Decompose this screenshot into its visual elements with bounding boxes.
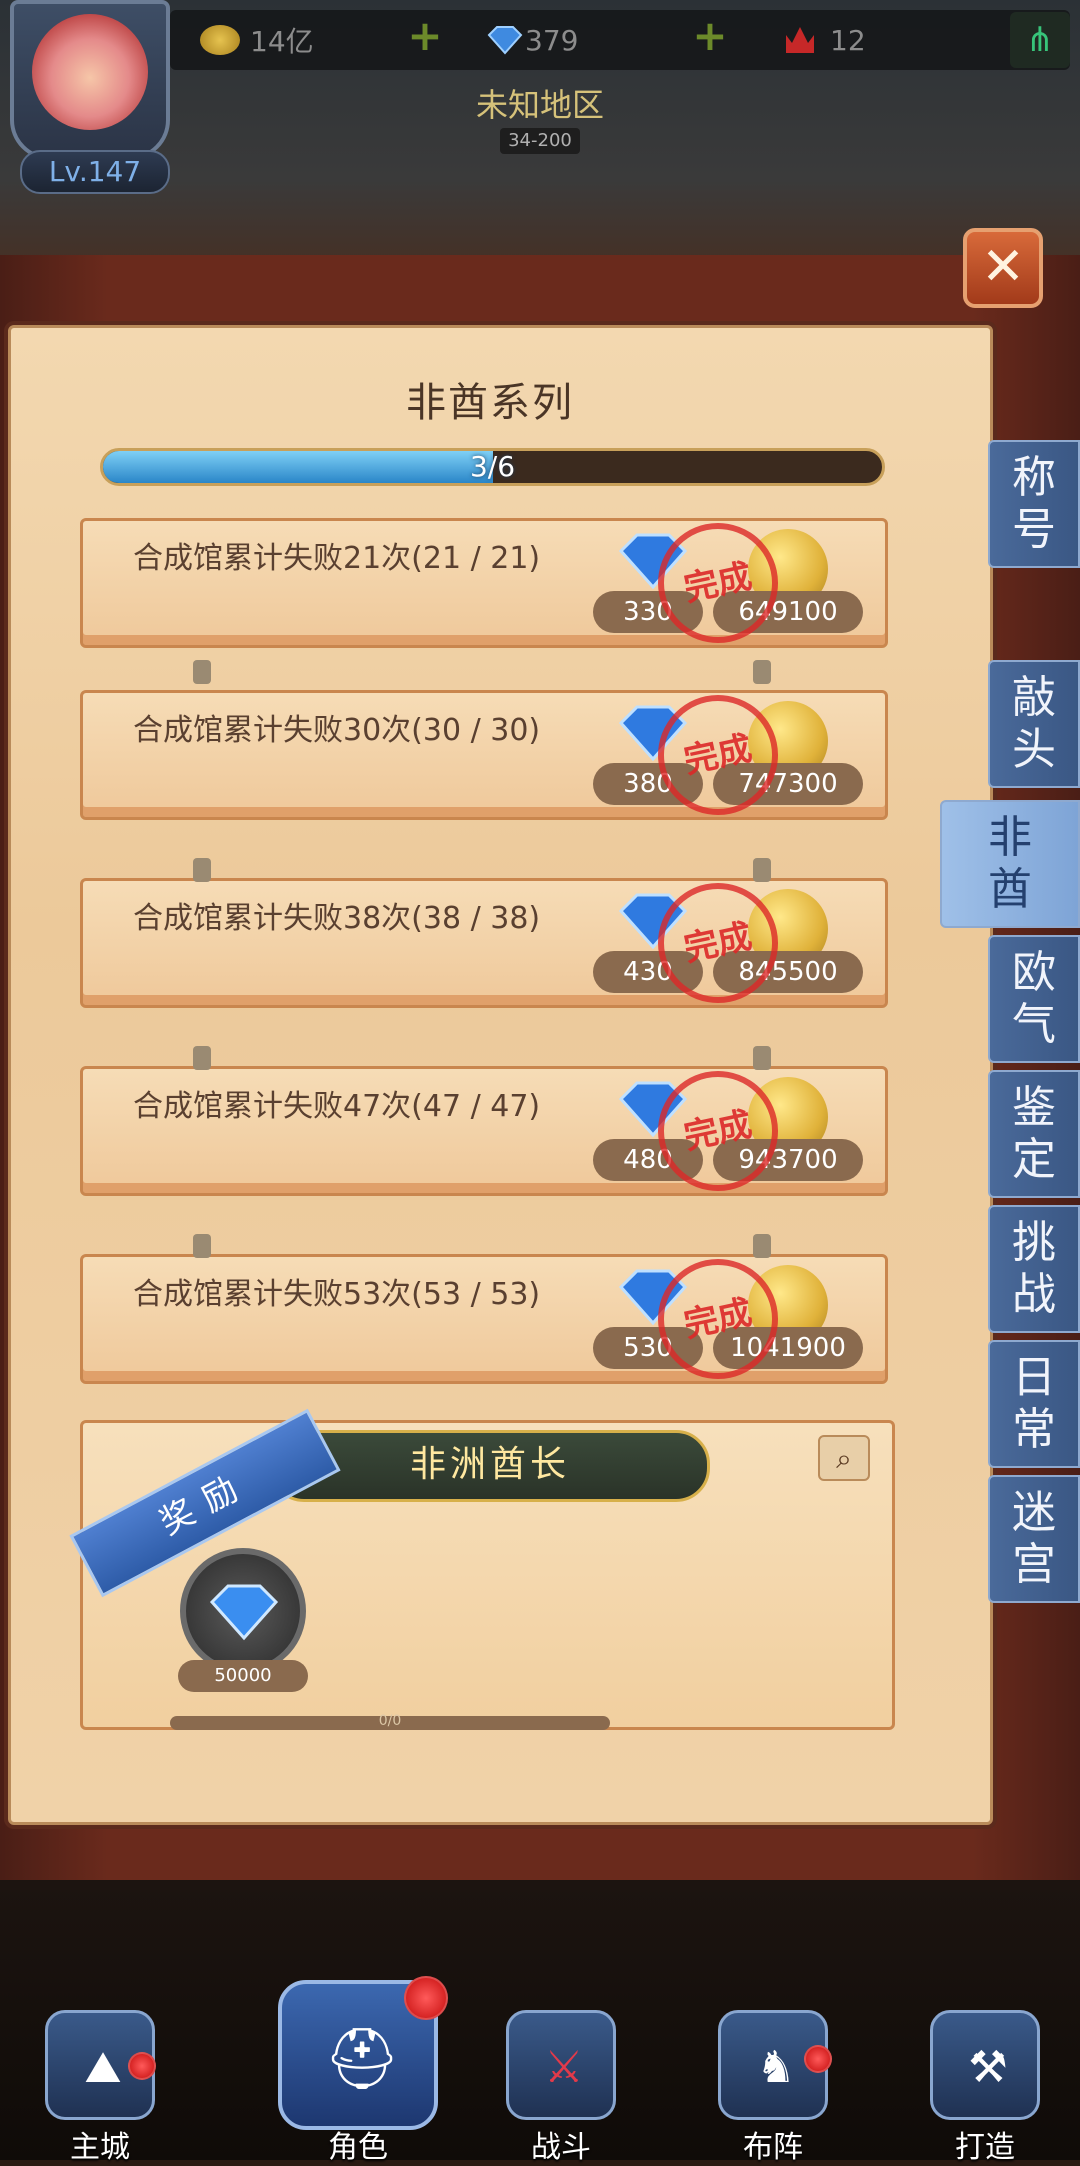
tab-daily[interactable]: 日常 xyxy=(988,1340,1080,1468)
coin-resource: 14亿 xyxy=(200,14,314,66)
rope-knot xyxy=(193,660,211,684)
tab-label: 称号 xyxy=(1012,452,1056,555)
close-button[interactable]: ✕ xyxy=(963,228,1043,308)
achievement-row[interactable]: 合成馆累计失败47次(47 / 47) 480 943700 完成 xyxy=(80,1059,888,1203)
tab-title[interactable]: 称号 xyxy=(988,440,1080,568)
notification-dot xyxy=(804,2045,832,2073)
tab-unlucky[interactable]: 非酋 xyxy=(940,800,1080,928)
avatar-portrait xyxy=(32,14,148,130)
ticket-resource: 12 xyxy=(780,14,866,66)
rope-knot xyxy=(753,858,771,882)
achievement-label: 合成馆累计失败30次(30 / 30) xyxy=(133,713,541,748)
tab-label: 迷宫 xyxy=(1012,1487,1056,1590)
tab-label: 日常 xyxy=(1012,1352,1056,1455)
ticket-amount: 12 xyxy=(830,23,866,57)
progress-text: 3/6 xyxy=(469,450,516,483)
share-button[interactable]: ⋔ xyxy=(1010,12,1070,68)
magnifier-icon: ⌕ xyxy=(836,1442,852,1475)
forge-button[interactable]: ⚒ xyxy=(930,2010,1040,2120)
achievement-row[interactable]: 合成馆累计失败38次(38 / 38) 430 845500 完成 xyxy=(80,871,888,1015)
tab-label: 欧气 xyxy=(1012,947,1056,1050)
rope-knot xyxy=(753,1234,771,1258)
player-avatar[interactable] xyxy=(10,0,170,160)
achievement-row[interactable]: 合成馆累计失败30次(30 / 30) 380 747300 完成 xyxy=(80,683,888,827)
add-coins-button[interactable]: + xyxy=(405,15,445,58)
tab-knock[interactable]: 敲头 xyxy=(988,660,1080,788)
nav-label-main-city: 主城 xyxy=(70,2130,130,2165)
battle-button[interactable]: ⚔ xyxy=(506,2010,616,2120)
flame-icon xyxy=(786,27,814,53)
preview-button[interactable]: ⌕ xyxy=(818,1435,870,1481)
tab-label: 非酋 xyxy=(988,812,1032,915)
rope-knot xyxy=(753,1046,771,1070)
reward-scroll-text: 0/0 xyxy=(378,1713,402,1729)
player-level: Lv.147 xyxy=(20,150,170,194)
hammer-icon: ⚒ xyxy=(968,2042,1008,2093)
add-gems-button[interactable]: + xyxy=(690,15,730,58)
achievement-label: 合成馆累计失败38次(38 / 38) xyxy=(133,901,541,936)
achievement-row[interactable]: 合成馆累计失败53次(53 / 53) 530 1041900 完成 xyxy=(80,1247,888,1391)
rope-knot xyxy=(193,1046,211,1070)
gem-resource: 379 xyxy=(485,14,578,66)
tab-appraise[interactable]: 鉴定 xyxy=(988,1070,1080,1198)
tab-challenge[interactable]: 挑战 xyxy=(988,1205,1080,1333)
close-icon: ✕ xyxy=(981,237,1025,297)
nav-label-formation: 布阵 xyxy=(743,2130,803,2165)
rope-knot xyxy=(193,1234,211,1258)
crossed-swords-icon: ⚔ xyxy=(544,2042,584,2093)
notification-dot xyxy=(404,1976,448,2020)
tab-label: 敲头 xyxy=(1012,672,1056,775)
region-range: 34-200 xyxy=(500,128,580,154)
reward-gem-item[interactable] xyxy=(180,1548,306,1674)
achievement-label: 合成馆累计失败47次(47 / 47) xyxy=(133,1089,541,1124)
gem-icon xyxy=(487,26,523,55)
tab-maze[interactable]: 迷宫 xyxy=(988,1475,1080,1603)
tab-label: 挑战 xyxy=(1012,1217,1056,1320)
panel-title: 非酋系列 xyxy=(406,380,574,426)
nav-label-battle: 战斗 xyxy=(531,2130,591,2165)
tab-luck[interactable]: 欧气 xyxy=(988,935,1080,1063)
achievement-label: 合成馆累计失败53次(53 / 53) xyxy=(133,1277,541,1312)
rope-knot xyxy=(193,858,211,882)
gem-amount: 379 xyxy=(525,23,579,57)
notification-dot xyxy=(128,2052,156,2080)
gem-icon xyxy=(209,1584,279,1641)
nav-label-character: 角色 xyxy=(328,2130,388,2165)
tab-label: 鉴定 xyxy=(1012,1082,1056,1185)
share-icon: ⋔ xyxy=(1025,20,1055,60)
coin-amount: 14亿 xyxy=(250,25,314,58)
achievement-row[interactable]: 合成馆累计失败21次(21 / 21) 330 649100 完成 xyxy=(80,511,888,655)
nav-label-forge: 打造 xyxy=(955,2130,1015,2165)
reward-quantity: 50000 xyxy=(178,1660,308,1692)
rope-knot xyxy=(753,660,771,684)
achievement-label: 合成馆累计失败21次(21 / 21) xyxy=(133,541,541,576)
region-title: 未知地区 xyxy=(475,86,604,124)
coin-icon xyxy=(200,25,240,55)
